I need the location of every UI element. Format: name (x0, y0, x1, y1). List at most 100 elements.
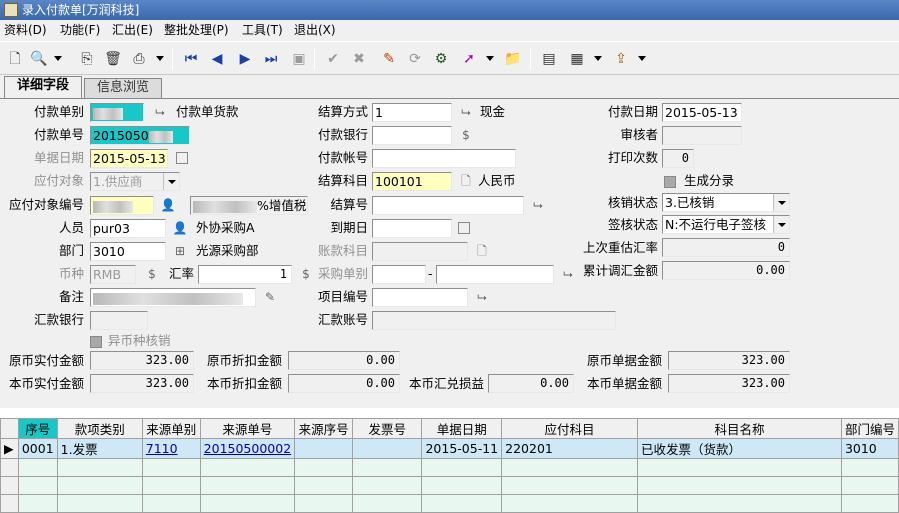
settle-no-field[interactable] (372, 196, 524, 215)
preview-icon[interactable]: 🔍 (30, 50, 48, 68)
person-lookup-icon[interactable]: 👤 (172, 220, 188, 236)
print-icon[interactable]: ⎙ (130, 50, 148, 68)
col-header-src-no[interactable]: 来源单号 (199, 418, 296, 439)
chevron-down-icon[interactable] (486, 56, 494, 61)
jump-icon[interactable]: ➚ (460, 50, 478, 68)
menu-export[interactable]: 汇出(E) (112, 22, 153, 38)
menu-tools[interactable]: 工具(T) (242, 22, 283, 38)
col-header-date[interactable]: 单据日期 (421, 418, 503, 439)
tab-detail-fields[interactable]: 详细字段 (4, 76, 82, 98)
cell-category[interactable]: 1.发票 (56, 438, 143, 459)
menu-exit[interactable]: 退出(X) (294, 22, 336, 38)
src-type-link[interactable]: 7110 (146, 441, 178, 456)
purchase-no-field[interactable] (436, 265, 554, 284)
folder-icon[interactable]: 📁 (504, 50, 522, 68)
lookup-icon[interactable]: ⮡ (530, 197, 546, 213)
next-record-icon[interactable]: ▶ (236, 50, 254, 68)
note-edit-icon[interactable]: ✎ (262, 289, 278, 305)
chevron-down-icon[interactable] (773, 194, 789, 211)
cell-subject[interactable]: 220201 (501, 438, 638, 459)
calendar-icon[interactable] (458, 222, 470, 234)
save-icon[interactable]: ▣ (290, 50, 308, 68)
cell-dept[interactable]: 3010 (840, 438, 899, 459)
cell-src-type[interactable]: 7110 (141, 438, 201, 459)
gen-entry-checkbox[interactable] (664, 176, 676, 188)
project-no-field[interactable] (372, 288, 468, 307)
src-no-link[interactable]: 20150500002 (204, 441, 291, 456)
new-icon[interactable]: 🗋 (6, 50, 24, 68)
payment-type-field[interactable] (90, 103, 144, 122)
payable-obj-select[interactable]: 1.供应商 (90, 172, 180, 191)
lookup-icon[interactable]: ⮡ (458, 104, 474, 120)
dept-field[interactable]: 3010 (90, 242, 166, 261)
person-lookup-icon[interactable]: 👤 (160, 197, 176, 213)
cell-src-seq[interactable] (294, 438, 354, 459)
table-row[interactable]: ▶ 0001 1.发票 7110 20150500002 2015-05-11 … (0, 438, 899, 459)
col-header-dept[interactable]: 部门编号 (840, 418, 899, 439)
table-row[interactable] (0, 458, 899, 477)
col-header-category[interactable]: 款项类别 (56, 418, 143, 439)
purchase-type-field[interactable] (372, 265, 426, 284)
copy-icon[interactable]: ⎘ (78, 50, 96, 68)
cell-src-no[interactable]: 20150500002 (199, 438, 296, 459)
cell-date[interactable]: 2015-05-11 (421, 438, 503, 459)
payment-no-field[interactable]: 2015050 (90, 126, 190, 145)
export-icon[interactable]: ⇪ (612, 50, 630, 68)
detail-icon[interactable]: ▤ (540, 50, 558, 68)
rate-field[interactable]: 1 (198, 265, 292, 284)
table-row[interactable] (0, 494, 899, 513)
remit-account-field[interactable] (372, 311, 616, 330)
report-icon[interactable]: ▦ (568, 50, 586, 68)
lookup-icon[interactable]: ⮡ (474, 289, 490, 305)
table-row[interactable] (0, 476, 899, 495)
col-header-subject-name[interactable]: 科目名称 (636, 418, 842, 439)
menu-batch[interactable]: 整批处理(P) (164, 22, 229, 38)
tab-info-browse[interactable]: 信息浏览 (84, 78, 162, 98)
pay-account-field[interactable] (372, 149, 516, 168)
money-bag-icon[interactable]: $ (458, 127, 474, 143)
col-header-subject[interactable]: 应付科目 (501, 418, 638, 439)
calendar-icon[interactable] (176, 152, 188, 164)
document-icon[interactable]: 🗋 (474, 243, 490, 259)
lookup-icon[interactable]: ⮡ (152, 104, 168, 120)
cell-subject-name[interactable]: 已收发票（货款） (636, 438, 842, 459)
remit-bank-field[interactable] (90, 311, 148, 330)
confirm-icon[interactable]: ✔ (324, 50, 342, 68)
edit-icon[interactable]: ✎ (380, 50, 398, 68)
chevron-down-icon[interactable] (54, 56, 62, 61)
payable-obj-no-field[interactable] (90, 196, 154, 215)
chevron-down-icon[interactable] (638, 56, 646, 61)
document-icon[interactable]: 🗋 (458, 173, 474, 189)
chevron-down-icon[interactable] (773, 216, 789, 233)
chevron-down-icon[interactable] (163, 173, 179, 190)
col-header-src-seq[interactable]: 来源序号 (294, 418, 354, 439)
cell-seq[interactable]: 0001 (17, 438, 58, 459)
writeoff-status-select[interactable]: 3.已核销 (662, 193, 790, 212)
col-header-seq[interactable]: 序号 (17, 418, 58, 439)
account-subject-field[interactable] (372, 242, 468, 261)
cancel-icon[interactable]: ✖ (350, 50, 368, 68)
chevron-down-icon[interactable] (156, 56, 164, 61)
note-field[interactable] (90, 288, 256, 307)
due-date-field[interactable] (372, 219, 452, 238)
refresh-icon[interactable]: ⟳ (406, 50, 424, 68)
first-record-icon[interactable]: ⏮ (182, 50, 200, 68)
foreign-writeoff-checkbox[interactable] (90, 336, 102, 348)
delete-icon[interactable]: 🗑 (104, 50, 122, 68)
settle-subject-field[interactable]: 100101 (372, 172, 452, 191)
menu-data[interactable]: 资料(D) (4, 22, 47, 38)
sign-status-select[interactable]: N:不运行电子签核 (662, 215, 790, 234)
col-header-invoice[interactable]: 发票号 (352, 418, 423, 439)
currency-field[interactable]: RMB (90, 265, 136, 284)
prev-record-icon[interactable]: ◀ (208, 50, 226, 68)
chevron-down-icon[interactable] (594, 56, 602, 61)
currency-icon[interactable]: $ (144, 266, 160, 282)
doc-date-field[interactable]: 2015-05-13 (90, 149, 168, 168)
pay-bank-field[interactable] (372, 126, 452, 145)
settle-method-field[interactable]: 1 (372, 103, 452, 122)
person-field[interactable]: pur03 (90, 219, 166, 238)
tool-icon[interactable]: ⚙ (432, 50, 450, 68)
last-record-icon[interactable]: ⏭ (262, 50, 280, 68)
col-header-src-type[interactable]: 来源单别 (141, 418, 201, 439)
menu-function[interactable]: 功能(F) (60, 22, 100, 38)
